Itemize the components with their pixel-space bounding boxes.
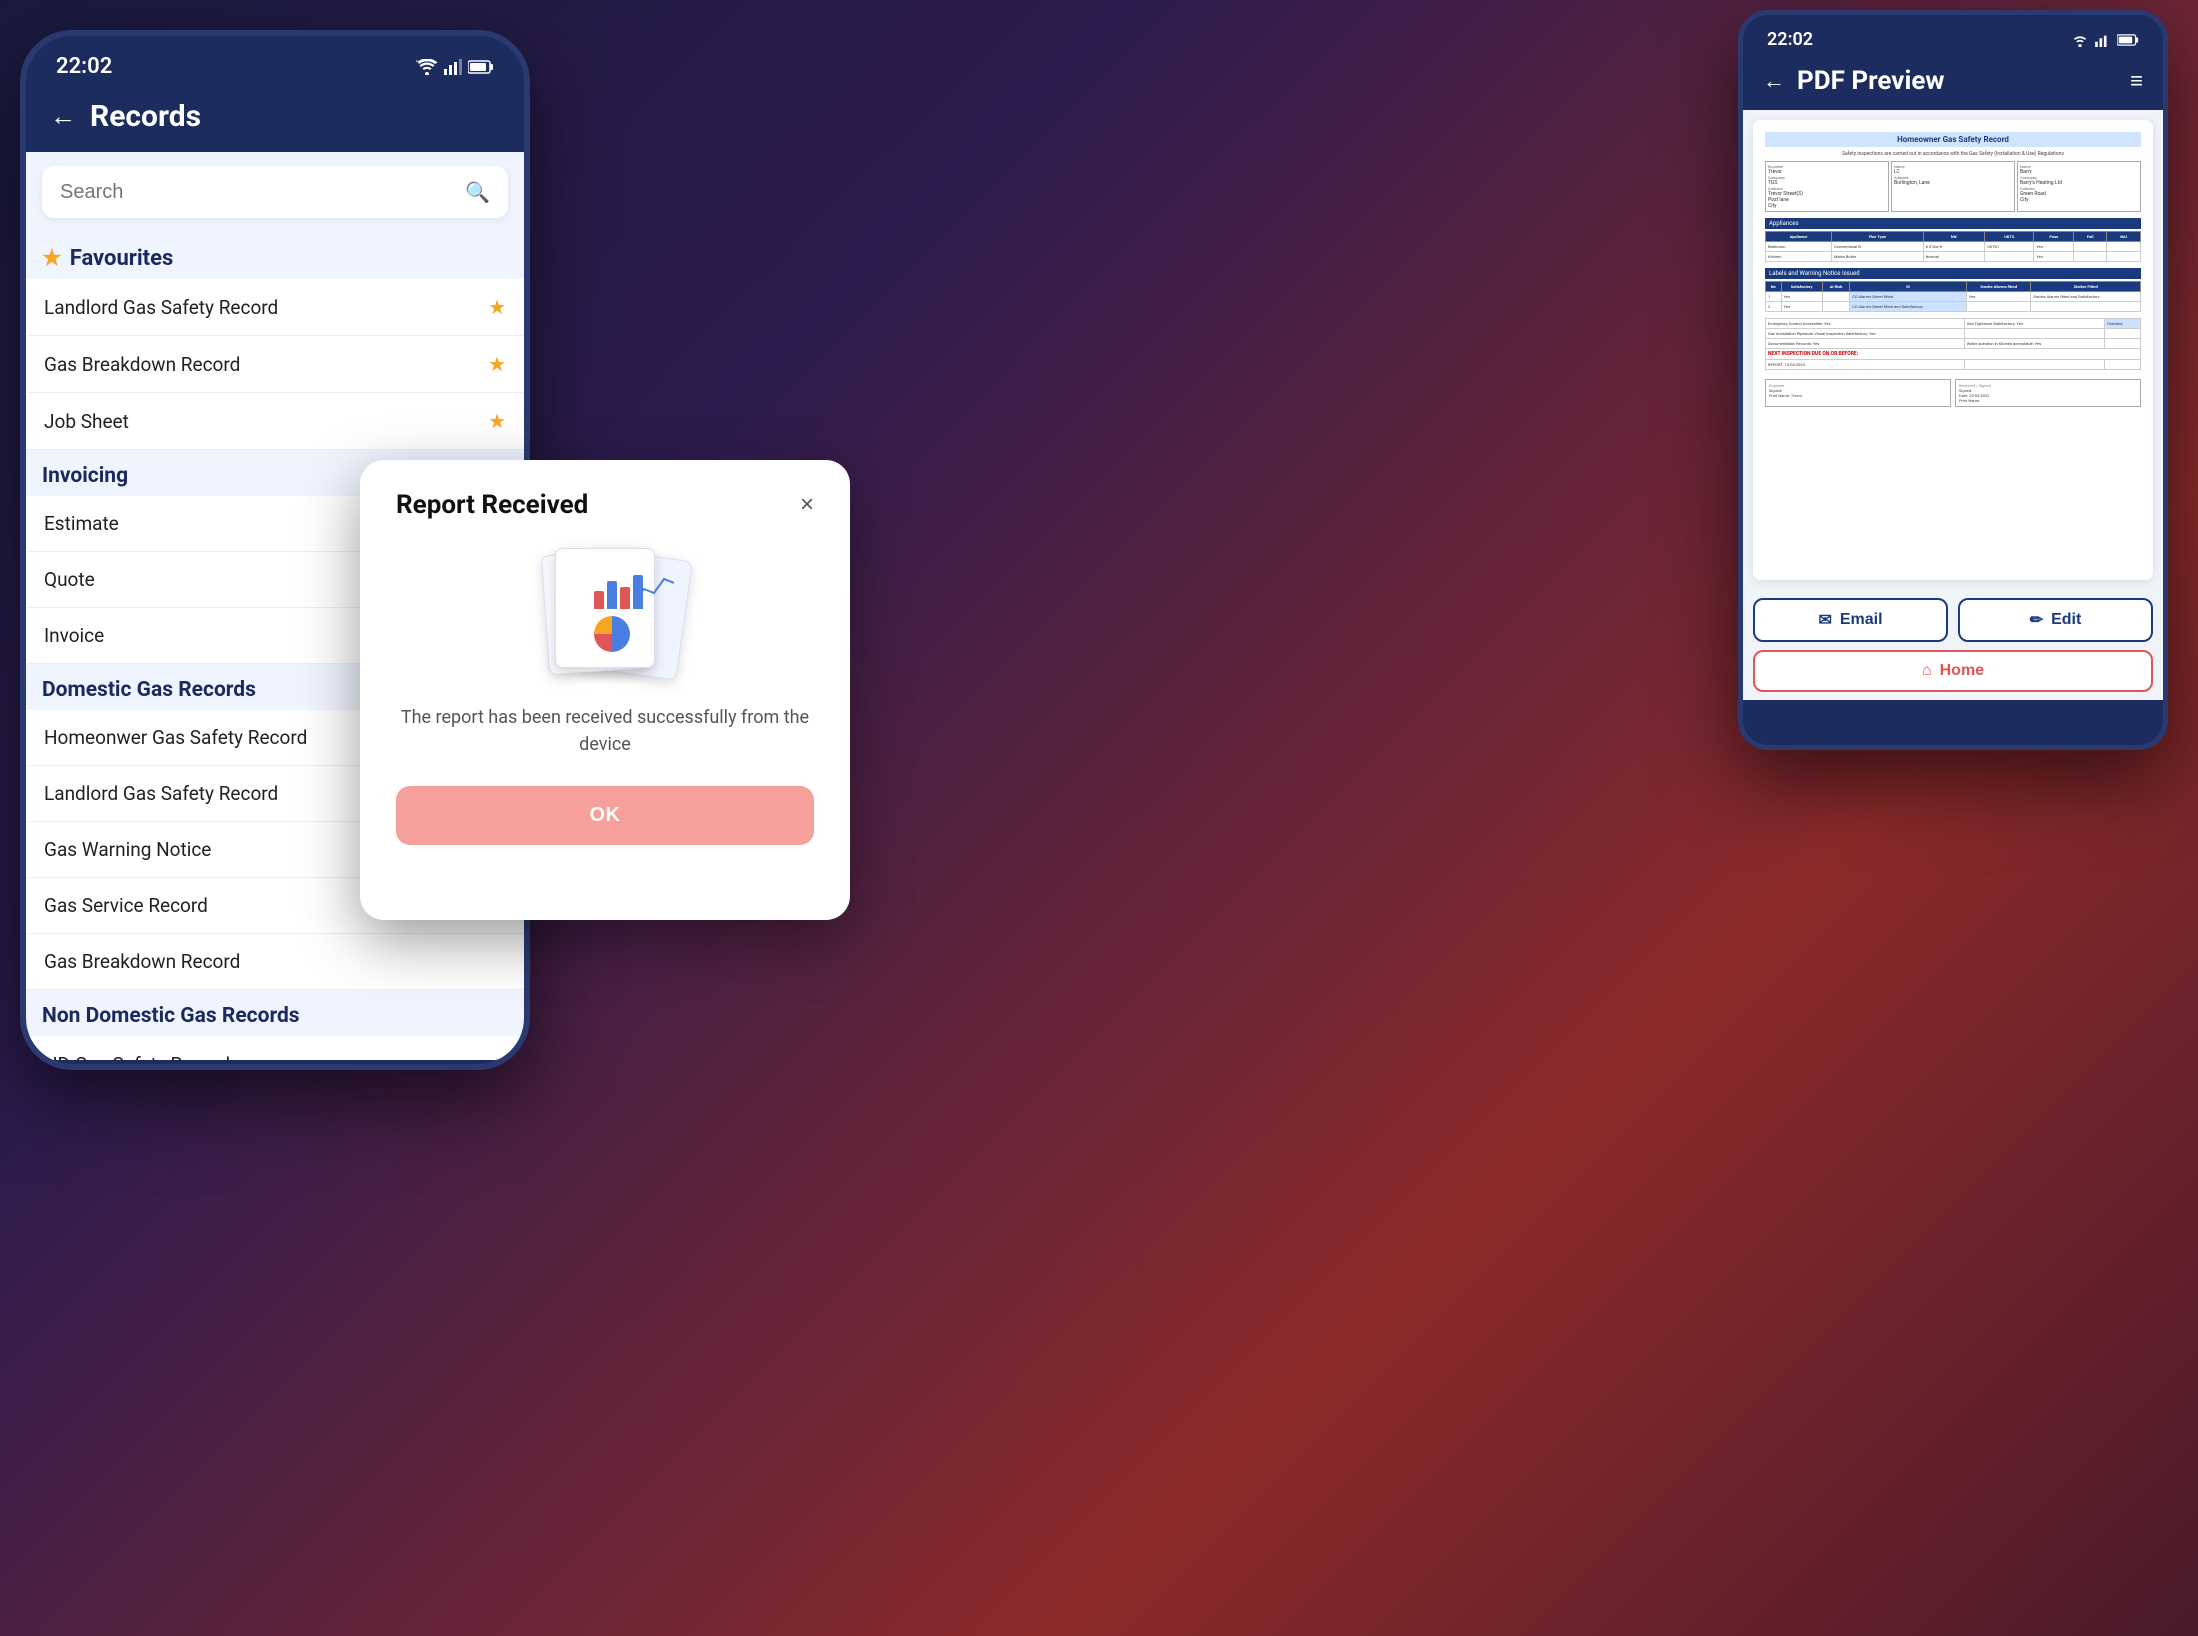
table-row: 1 Yes CO Alarms Street fitted Yes Smoke … — [1766, 292, 2141, 302]
phone-back-button[interactable]: ← — [50, 101, 76, 132]
dialog-message: The report has been received successfull… — [396, 704, 814, 758]
search-icon: 🔍 — [465, 180, 490, 204]
star-icon: ★ — [488, 409, 506, 433]
tablet-screen: 22:02 ← PDF Preview ≡ Homeowner Gas Safe… — [1738, 10, 2168, 750]
phone-status-icons — [416, 59, 494, 75]
tablet-header-left: ← PDF Preview — [1763, 66, 1944, 96]
chart-pie — [594, 616, 630, 652]
pdf-section-appliances: Appliances — [1765, 218, 2141, 229]
pdf-page: Homeowner Gas Safety Record Safety inspe… — [1753, 120, 2153, 580]
pdf-cell: Name Barry Company Barry's Heating Ltd A… — [2017, 161, 2141, 212]
email-button[interactable]: ✉ Email — [1753, 598, 1948, 642]
tablet-action-buttons: ✉ Email ✏ Edit — [1743, 590, 2163, 650]
wifi-icon — [416, 59, 438, 75]
search-input[interactable] — [60, 181, 455, 204]
dialog-close-button[interactable]: × — [800, 493, 814, 517]
phone-header: ← Records — [26, 89, 524, 152]
pdf-grid-top: Engineer Trevor Company TGS Address Trev… — [1765, 161, 2141, 212]
non-domestic-section-header: Non Domestic Gas Records — [26, 990, 524, 1036]
tablet-status-bar: 22:02 — [1743, 15, 2163, 58]
pdf-cell: Engineer Trevor Company TGS Address Trev… — [1765, 161, 1889, 212]
pdf-preview: Homeowner Gas Safety Record Safety inspe… — [1753, 120, 2153, 580]
table-row: 2 Yes CO Alarms Street fitted and Satisf… — [1766, 302, 2141, 312]
pdf-sig-engineer: Engineer Signed: Print Name: Trevor — [1765, 379, 1951, 407]
list-item[interactable]: Job Sheet ★ — [26, 393, 524, 450]
edit-button[interactable]: ✏ Edit — [1958, 598, 2153, 642]
tablet-content: Homeowner Gas Safety Record Safety inspe… — [1743, 110, 2163, 700]
pdf-title: Homeowner Gas Safety Record — [1765, 132, 2141, 147]
favourites-section-header: ★ Favourites — [26, 232, 524, 279]
tablet-status-icons — [2071, 33, 2139, 47]
edit-icon: ✏ — [2030, 610, 2043, 630]
signal-icon — [2095, 33, 2111, 47]
dialog-title: Report Received — [396, 490, 588, 520]
phone-time: 22:02 — [56, 54, 112, 79]
wifi-icon — [2071, 33, 2089, 47]
table-row: REPORT: 10-04-2024 — [1766, 360, 2141, 370]
phone-status-bar: 22:02 — [26, 36, 524, 89]
favourites-star-icon: ★ — [42, 246, 62, 271]
home-icon: ⌂ — [1922, 662, 1932, 680]
tablet-menu-button[interactable]: ≡ — [2130, 68, 2143, 94]
chart-line-svg — [634, 569, 674, 609]
pdf-checks-table: Emergency Control Accessible: Yes Gas Ti… — [1765, 318, 2141, 370]
dialog-header: Report Received × — [396, 490, 814, 520]
chart-bar — [620, 587, 630, 609]
list-item[interactable]: Landlord Gas Safety Record ★ — [26, 279, 524, 336]
battery-icon — [2117, 34, 2139, 46]
table-row: NEXT INSPECTION DUE ON OR BEFORE: — [1766, 349, 2141, 360]
home-button[interactable]: ⌂ Home — [1753, 650, 2153, 692]
pdf-signature-area: Engineer Signed: Print Name: Trevor Rece… — [1765, 379, 2141, 407]
table-row: Gas Installation Pipework Visual Inspect… — [1766, 329, 2141, 339]
tablet-back-button[interactable]: ← — [1763, 68, 1785, 94]
chart-bar — [594, 591, 604, 609]
table-row: Documentation Records: Yes Water questio… — [1766, 339, 2141, 349]
search-bar[interactable]: 🔍 — [42, 166, 508, 218]
favourites-title: Favourites — [70, 246, 174, 271]
doc-front-icon — [555, 548, 655, 668]
doc-chart — [594, 569, 674, 654]
pdf-section-warning: Labels and Warning Notice Issued — [1765, 268, 2141, 279]
pdf-appliances-table: Appliance Flue Type kW UKTS Pass Fail NA… — [1765, 231, 2141, 262]
dialog-ok-button[interactable]: OK — [396, 786, 814, 845]
pdf-sig-customer: Received / Signed Signed: Date: 20-03-20… — [1955, 379, 2141, 407]
star-icon: ★ — [488, 352, 506, 376]
star-icon: ★ — [488, 295, 506, 319]
pdf-warning-table: No Satisfactory At Risk ID Smoke Alarms … — [1765, 281, 2141, 312]
list-item[interactable]: ND Gas Safety Record ★ — [26, 1036, 524, 1060]
star-icon: ★ — [488, 1052, 506, 1060]
tablet-header-title: PDF Preview — [1797, 66, 1944, 96]
chart-bar — [607, 581, 617, 609]
list-item[interactable]: Gas Breakdown Record — [26, 934, 524, 990]
email-icon: ✉ — [1818, 610, 1831, 630]
pdf-subtitle: Safety inspections are carried out in ac… — [1765, 151, 2141, 157]
dialog-illustration — [525, 544, 685, 684]
tablet-time: 22:02 — [1767, 29, 1813, 50]
phone-header-title: Records — [90, 99, 201, 134]
table-row: Emergency Control Accessible: Yes Gas Ti… — [1766, 319, 2141, 329]
battery-icon — [468, 60, 494, 74]
tablet-header: ← PDF Preview ≡ — [1743, 58, 2163, 110]
table-row: Kitchen Mains Boiler Normal Yes — [1766, 252, 2141, 262]
pdf-cell: Name LC Address Burlington, Lane — [1891, 161, 2015, 212]
signal-icon — [444, 59, 462, 75]
list-item[interactable]: Gas Breakdown Record ★ — [26, 336, 524, 393]
report-received-dialog: Report Received × The report has been re… — [360, 460, 850, 920]
table-row: Bathroom Conventional B 6.5 Sm/h UKTS1 Y… — [1766, 242, 2141, 252]
